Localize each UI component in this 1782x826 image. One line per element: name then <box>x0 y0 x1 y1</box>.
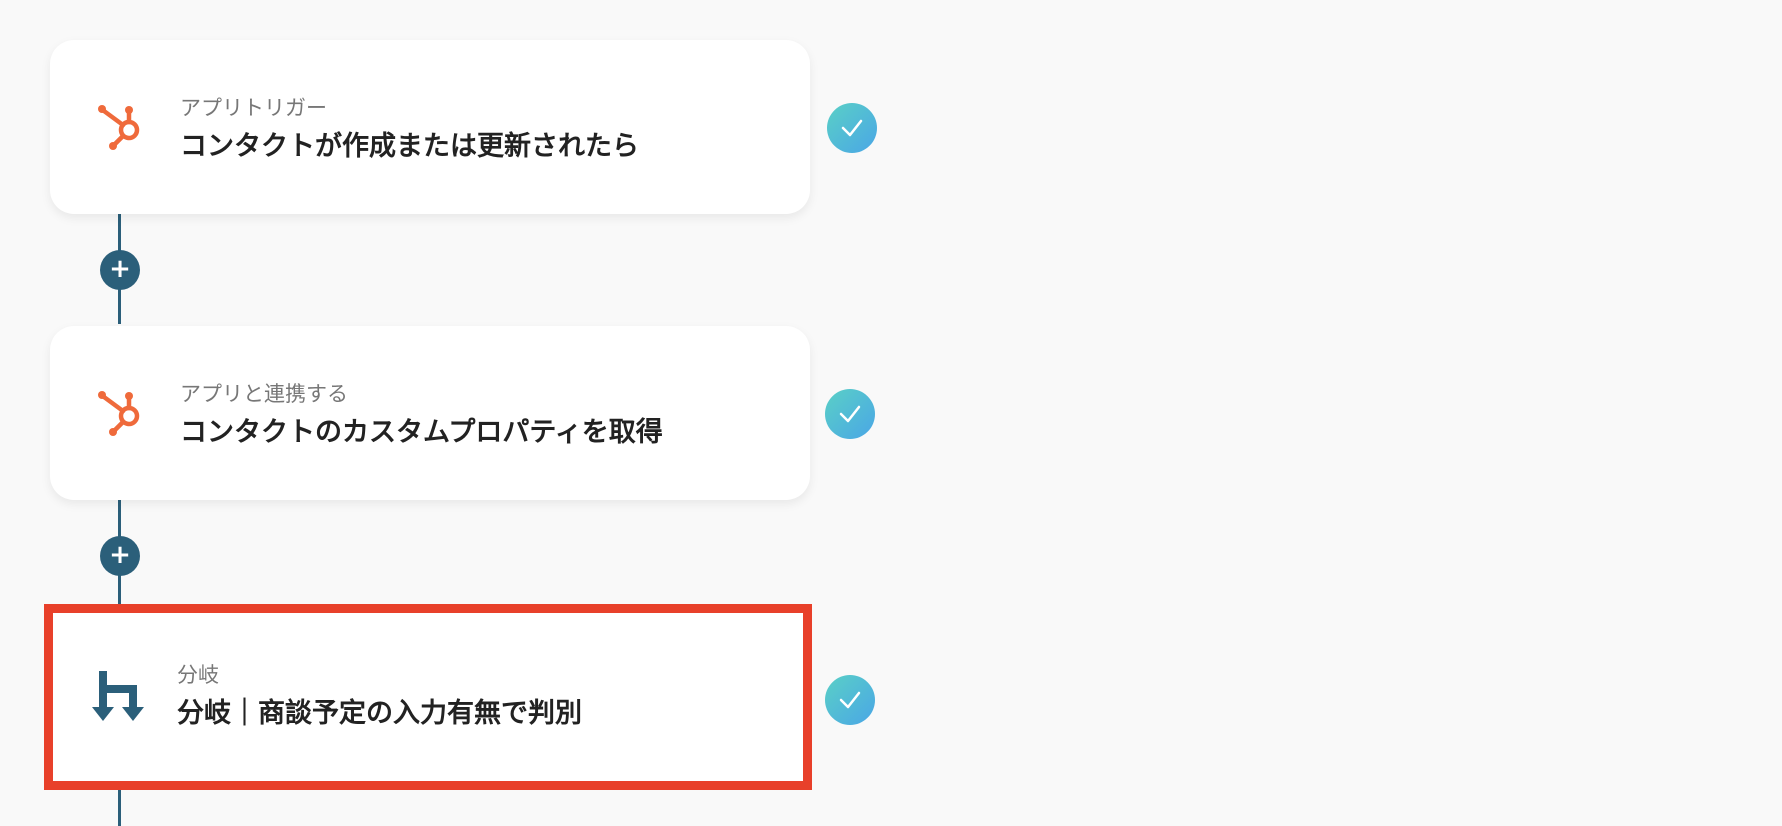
completed-check-icon <box>825 389 875 439</box>
connector-line <box>118 790 121 826</box>
step-type-label: アプリと連携する <box>180 382 348 406</box>
completed-check-icon <box>825 675 875 725</box>
add-step-button[interactable]: + <box>100 536 140 576</box>
branch-icon <box>92 671 144 721</box>
hubspot-icon <box>98 105 140 150</box>
step-type-label: 分岐 <box>177 663 219 687</box>
step-card-trigger[interactable]: アプリトリガー コンタクトが作成または更新されたら <box>50 40 810 214</box>
step-title: コンタクトが作成または更新されたら <box>180 131 639 162</box>
step-title: コンタクトのカスタムプロパティを取得 <box>180 417 663 448</box>
hubspot-icon <box>98 391 140 436</box>
step-title: 分岐｜商談予定の入力有無で判別 <box>177 698 582 729</box>
add-step-button[interactable]: + <box>100 250 140 290</box>
step-type-label: アプリトリガー <box>180 96 327 120</box>
workflow-canvas: + + アプリトリガー コンタクトが作成または更新されたら アプリと連携する コ… <box>0 0 1782 826</box>
completed-check-icon <box>827 103 877 153</box>
step-card-branch[interactable]: 分岐 分岐｜商談予定の入力有無で判別 <box>44 604 812 790</box>
step-card-action[interactable]: アプリと連携する コンタクトのカスタムプロパティを取得 <box>50 326 810 500</box>
